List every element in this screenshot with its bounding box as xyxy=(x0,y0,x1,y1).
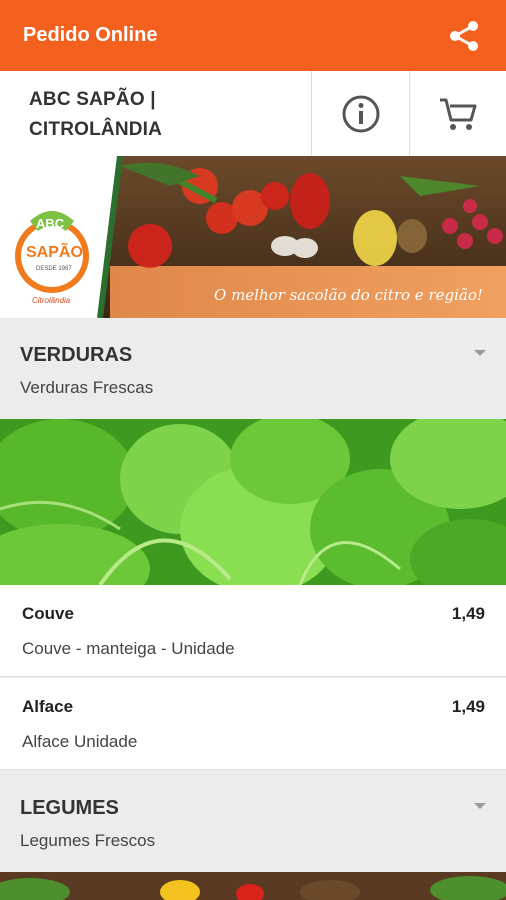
section-title: VERDURAS xyxy=(20,344,133,366)
section-title: LEGUMES xyxy=(20,797,119,819)
product-item-alface[interactable]: Alface 1,49 Alface Unidade xyxy=(0,678,506,770)
store-name-line2: CITROLÂNDIA xyxy=(29,119,163,140)
info-button[interactable] xyxy=(311,71,409,156)
chevron-down-icon[interactable] xyxy=(474,350,486,356)
logo-abc: ABC xyxy=(36,216,65,231)
section-image-legumes xyxy=(0,872,506,900)
product-name: Couve xyxy=(22,604,74,623)
cart-icon xyxy=(440,98,477,130)
product-description: Alface Unidade xyxy=(22,732,138,751)
product-price: 1,49 xyxy=(451,697,485,716)
store-name: ABC SAPÃO | CITROLÂNDIA xyxy=(0,71,311,156)
product-description: Couve - manteiga - Unidade xyxy=(22,639,235,658)
section-image-verduras xyxy=(0,419,506,585)
section-header-verduras[interactable]: VERDURAS Verduras Frescas xyxy=(0,318,506,418)
logo-est: DESDE 1987 xyxy=(36,266,72,272)
info-icon xyxy=(342,95,379,132)
product-price: 1,49 xyxy=(451,604,485,623)
banner-slogan: O melhor sacolão do citro e região! xyxy=(214,286,483,304)
store-header: ABC SAPÃO | CITROLÂNDIA xyxy=(0,71,506,156)
share-icon[interactable] xyxy=(446,18,482,54)
app-bar: Pedido Online xyxy=(0,0,506,71)
logo-name: SAPÃO xyxy=(26,244,83,261)
logo-sub: Citrolândia xyxy=(32,296,71,305)
product-item-couve[interactable]: Couve 1,49 Couve - manteiga - Unidade xyxy=(0,585,506,677)
section-subtitle: Legumes Frescos xyxy=(20,831,156,850)
section-header-legumes[interactable]: LEGUMES Legumes Frescos xyxy=(0,771,506,871)
cart-button[interactable] xyxy=(409,71,506,156)
chevron-down-icon[interactable] xyxy=(474,803,486,809)
app-title: Pedido Online xyxy=(23,24,158,46)
product-name: Alface xyxy=(22,697,74,716)
store-banner: ABC SAPÃO DESDE 1987 Citrolândia O melho… xyxy=(0,156,506,318)
section-subtitle: Verduras Frescas xyxy=(20,378,154,397)
store-name-line1: ABC SAPÃO | xyxy=(29,89,156,110)
